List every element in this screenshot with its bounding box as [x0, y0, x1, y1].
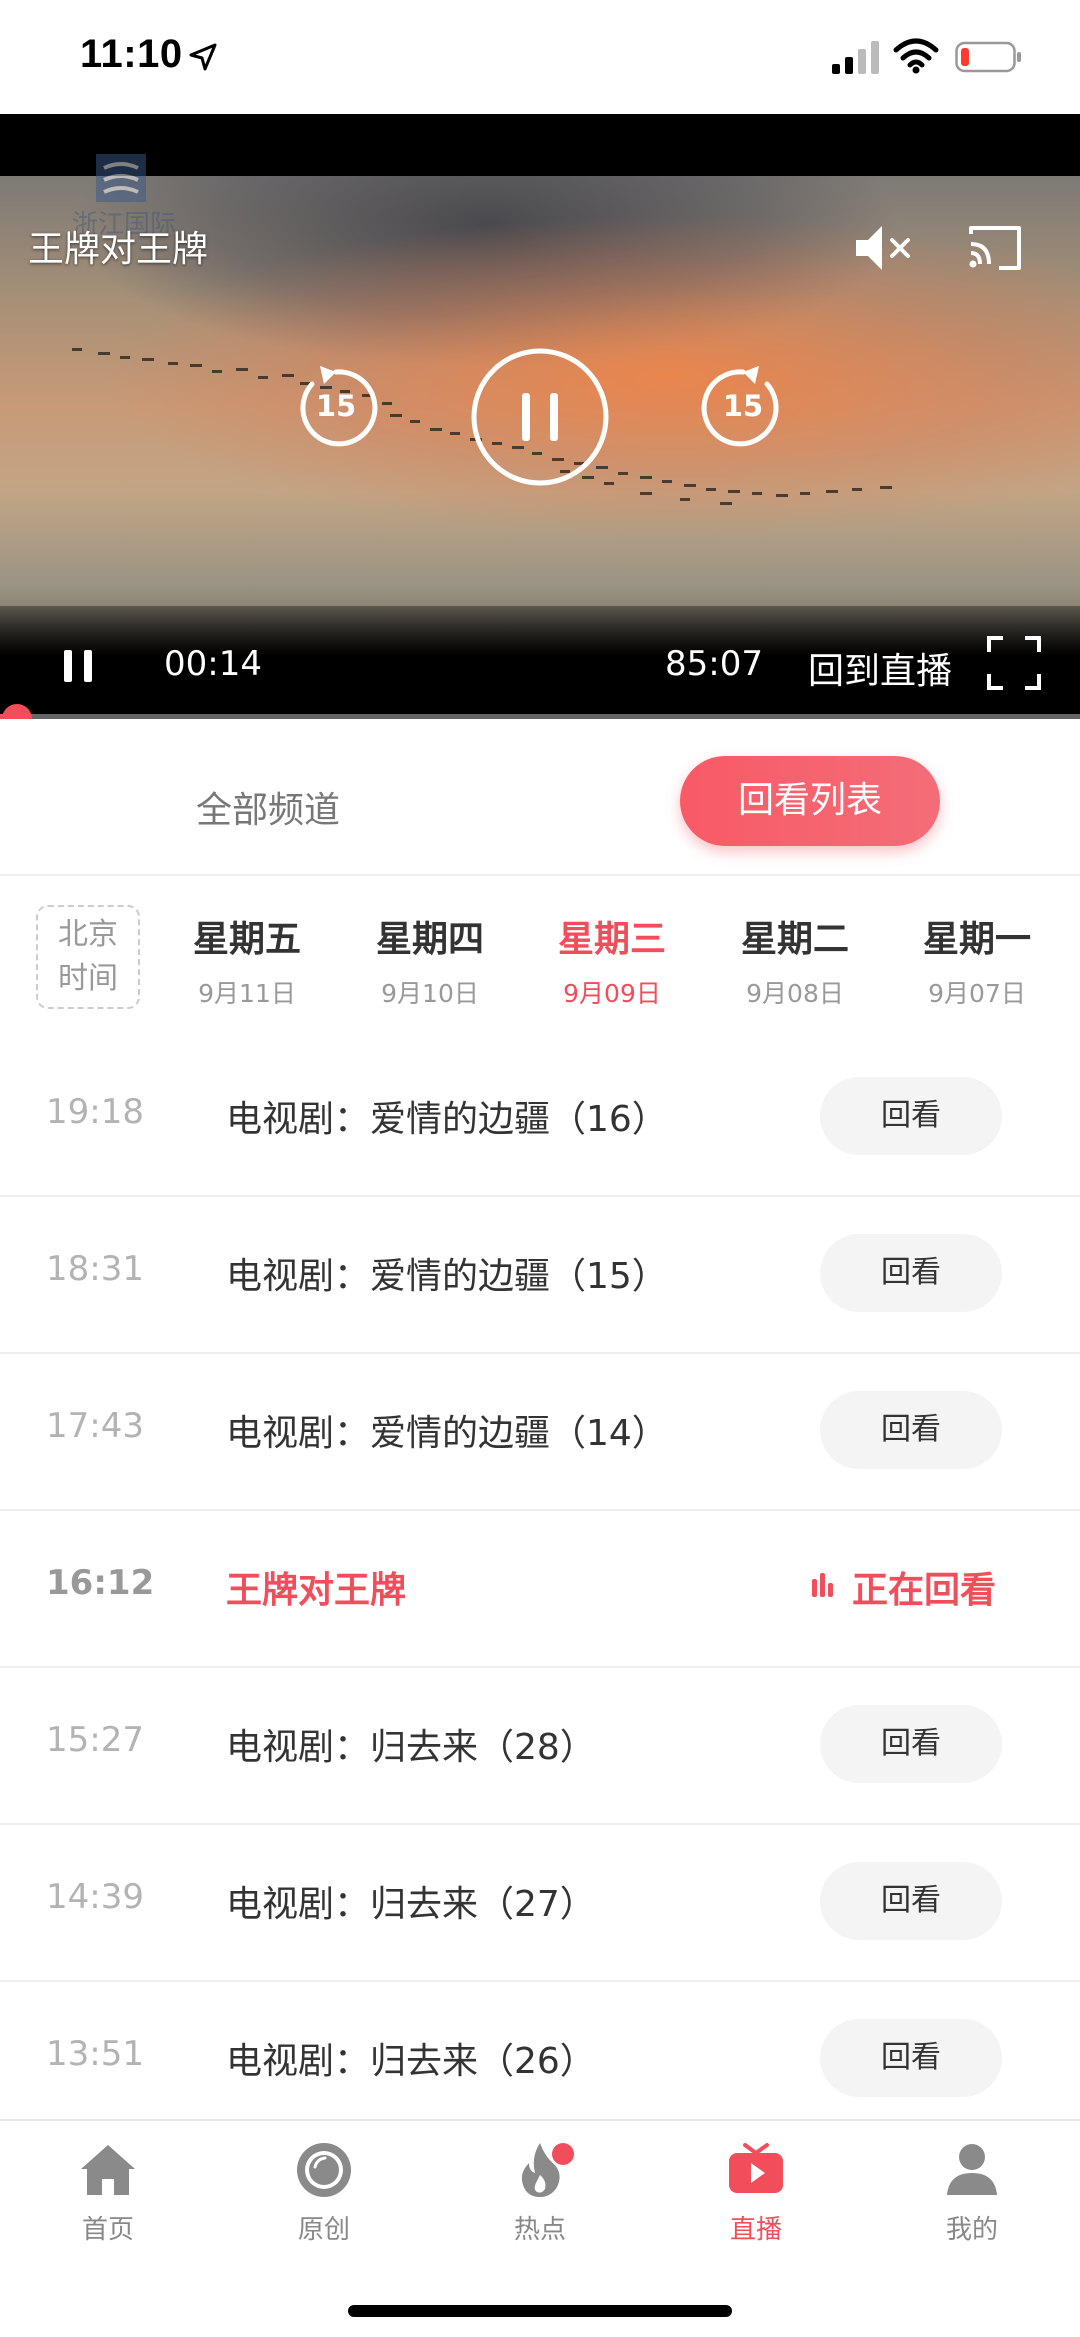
- program-row[interactable]: 13:51 电视剧：归去来（26） 回看: [0, 1982, 1080, 2139]
- beijing-time-label: 北京 时间: [36, 905, 140, 1009]
- home-indicator: [348, 2305, 732, 2317]
- equalizer-icon: [812, 1573, 833, 1597]
- program-time: 17:43: [46, 1406, 144, 1446]
- fullscreen-icon[interactable]: [985, 634, 1043, 692]
- signal-icon: [832, 41, 879, 74]
- total-time: 85:07: [665, 644, 763, 684]
- original-icon: [297, 2143, 351, 2197]
- back-to-live-button[interactable]: 回到直播: [808, 642, 952, 694]
- date-tab-0[interactable]: 星期五 9月11日: [172, 910, 322, 1010]
- program-title: 电视剧：归去来（28）: [226, 1727, 596, 1768]
- program-row[interactable]: 17:43 电视剧：爱情的边疆（14） 回看: [0, 1354, 1080, 1511]
- program-time: 19:18: [46, 1092, 144, 1132]
- status-time: 11:10: [80, 32, 183, 76]
- tabbar-label: 我的: [945, 2215, 998, 2245]
- current-time: 00:14: [164, 644, 262, 684]
- status-bar: 11:10: [0, 0, 1080, 114]
- tabbar-label: 热点: [513, 2215, 566, 2245]
- pause-icon[interactable]: [470, 347, 610, 487]
- day-name: 星期三: [557, 919, 666, 960]
- tabbar-item-profile[interactable]: 我的: [892, 2139, 1052, 2246]
- rewind-seconds-label: 15: [315, 389, 357, 423]
- cast-icon[interactable]: [965, 218, 1025, 278]
- day-date: 9月10日: [381, 979, 479, 1008]
- channel-tabs: 全部频道 回看列表: [0, 719, 1080, 876]
- program-row[interactable]: 19:18 电视剧：爱情的边疆（16） 回看: [0, 1040, 1080, 1197]
- location-arrow-icon: [189, 43, 217, 71]
- program-title: 电视剧：归去来（27）: [226, 1884, 596, 1925]
- program-time: 14:39: [46, 1877, 144, 1917]
- program-row[interactable]: 15:27 电视剧：归去来（28） 回看: [0, 1668, 1080, 1825]
- wifi-icon: [893, 38, 939, 74]
- beijing-time-line1: 北京: [58, 917, 118, 952]
- replay-button[interactable]: 回看: [820, 1391, 1002, 1469]
- day-name: 星期五: [192, 919, 301, 960]
- day-date: 9月07日: [928, 979, 1026, 1008]
- battery-low-icon: [955, 41, 1021, 73]
- program-row-current[interactable]: 16:12 王牌对王牌 正在回看: [0, 1511, 1080, 1668]
- bottom-tab-bar: 首页 原创 热点 直播 我的: [0, 2119, 1080, 2337]
- home-icon: [81, 2145, 135, 2195]
- program-title: 电视剧：爱情的边疆（16）: [226, 1099, 668, 1140]
- rewind-15-button[interactable]: 15: [290, 362, 382, 454]
- program-title: 电视剧：爱情的边疆（14）: [226, 1413, 668, 1454]
- profile-icon: [947, 2144, 997, 2195]
- mute-icon[interactable]: [850, 216, 914, 280]
- day-name: 星期四: [375, 919, 484, 960]
- tabbar-item-home[interactable]: 首页: [28, 2139, 188, 2246]
- date-selector: 北京 时间 星期五 9月11日 星期四 9月10日 星期三 9月09日 星期二 …: [0, 878, 1080, 1028]
- beijing-time-line2: 时间: [58, 961, 118, 996]
- replay-button[interactable]: 回看: [820, 1077, 1002, 1155]
- program-row[interactable]: 18:31 电视剧：爱情的边疆（15） 回看: [0, 1197, 1080, 1354]
- tabbar-label: 原创: [297, 2215, 350, 2245]
- program-time: 15:27: [46, 1720, 144, 1760]
- tabbar-label: 首页: [81, 2215, 134, 2245]
- program-title: 电视剧：归去来（26）: [226, 2041, 596, 2082]
- video-title: 王牌对王牌: [28, 229, 209, 270]
- forward-15-button[interactable]: 15: [697, 362, 789, 454]
- tab-replay-list[interactable]: 回看列表: [680, 756, 940, 846]
- date-tab-2[interactable]: 星期三 9月09日: [537, 910, 687, 1010]
- replay-button[interactable]: 回看: [820, 2019, 1002, 2097]
- program-time: 16:12: [46, 1563, 155, 1603]
- small-pause-icon[interactable]: [58, 646, 98, 686]
- day-name: 星期二: [740, 919, 849, 960]
- replay-button[interactable]: 回看: [820, 1862, 1002, 1940]
- live-tv-icon: [729, 2143, 783, 2193]
- program-row[interactable]: 14:39 电视剧：归去来（27） 回看: [0, 1825, 1080, 1982]
- date-tab-4[interactable]: 星期一 9月07日: [902, 910, 1052, 1010]
- date-tab-1[interactable]: 星期四 9月10日: [355, 910, 505, 1010]
- tabbar-item-hot[interactable]: 热点: [460, 2139, 620, 2246]
- program-time: 13:51: [46, 2034, 144, 2074]
- program-time: 18:31: [46, 1249, 144, 1289]
- tab-all-channels[interactable]: 全部频道: [196, 781, 340, 833]
- forward-seconds-label: 15: [722, 389, 764, 423]
- tabbar-label: 直播: [729, 2215, 782, 2245]
- program-list: 19:18 电视剧：爱情的边疆（16） 回看 18:31 电视剧：爱情的边疆（1…: [0, 1040, 1080, 2139]
- tabbar-item-live[interactable]: 直播: [676, 2139, 836, 2246]
- replay-button[interactable]: 回看: [820, 1234, 1002, 1312]
- day-date: 9月08日: [746, 979, 844, 1008]
- app-screen: 11:10 浙江国际 王牌对王牌 15 15 00:14 85:07 回到直播 …: [0, 0, 1080, 2337]
- program-title: 电视剧：爱情的边疆（15）: [226, 1256, 668, 1297]
- notification-badge: [552, 2143, 574, 2165]
- tabbar-item-original[interactable]: 原创: [244, 2139, 404, 2246]
- now-replaying-label: 正在回看: [852, 1570, 997, 1611]
- day-name: 星期一: [922, 919, 1031, 960]
- program-title: 王牌对王牌: [226, 1570, 407, 1611]
- video-player[interactable]: 浙江国际 王牌对王牌 15 15 00:14 85:07 回到直播: [0, 114, 1080, 719]
- day-date: 9月09日: [563, 979, 661, 1008]
- now-replaying-indicator: 正在回看: [810, 1561, 1010, 1621]
- day-date: 9月11日: [198, 979, 296, 1008]
- date-tab-3[interactable]: 星期二 9月08日: [720, 910, 870, 1010]
- channel-logo-watermark: [96, 154, 146, 202]
- replay-button[interactable]: 回看: [820, 1705, 1002, 1783]
